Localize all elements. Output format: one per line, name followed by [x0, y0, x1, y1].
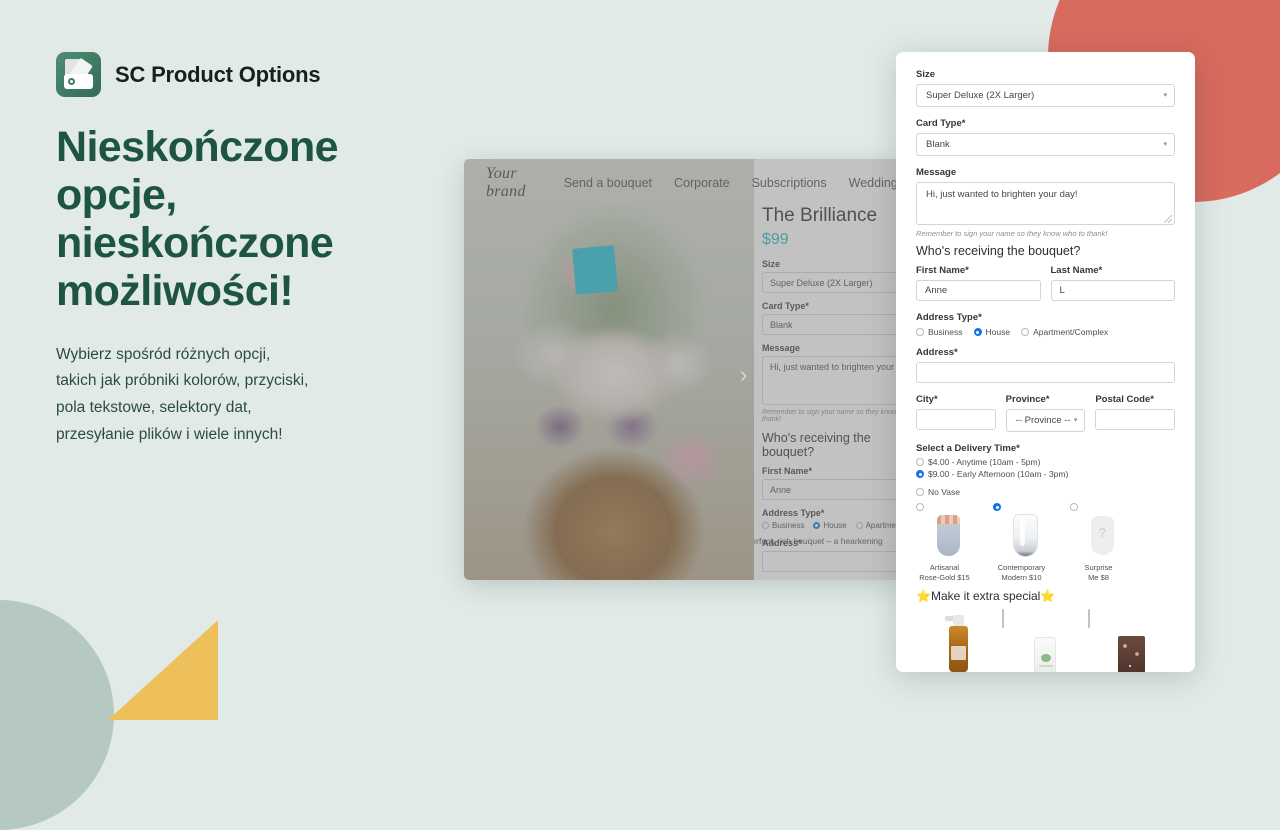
last-name-input[interactable]: L: [1050, 280, 1175, 301]
card-type-label: Card Type*: [916, 118, 966, 129]
radio-selected-icon: [916, 470, 924, 478]
addon-group: Floral room + body spray $16 Lavender ea…: [916, 609, 1175, 672]
size-label: Size: [916, 69, 936, 80]
name-row: First Name* Anne Last Name* L: [916, 265, 1175, 312]
province-value: -- Province --: [1015, 415, 1071, 426]
message-value: Hi, just wanted to brighten your day!: [926, 189, 1078, 200]
postal-code-label: Postal Code*: [1095, 394, 1154, 405]
message-hint: Remember to sign your name so they know …: [916, 229, 1108, 238]
surprise-vase-icon: [1078, 513, 1127, 558]
vase-option-label: Artisanal Rose-Gold $15: [919, 563, 970, 583]
addon-floral-spray[interactable]: Floral room + body spray $16: [916, 610, 1002, 672]
radio-selected-icon: [993, 503, 1001, 511]
radio-icon: [916, 328, 924, 336]
resize-grip-icon[interactable]: [1164, 215, 1172, 223]
radio-icon: [916, 503, 924, 511]
decorative-yellow-triangle: [108, 620, 218, 720]
delivery-option-anytime[interactable]: $4.00 - Anytime (10am - 5pm): [916, 457, 1175, 467]
radio-icon: [916, 458, 924, 466]
address-input[interactable]: [916, 362, 1175, 383]
delivery-time-group: Select a Delivery Time* $4.00 - Anytime …: [916, 443, 1175, 479]
address-type-house[interactable]: House: [973, 327, 1010, 337]
message-textarea[interactable]: Hi, just wanted to brighten your day!: [916, 182, 1175, 225]
store-preview-window: Your brand Send a bouquet Corporate Subs…: [464, 159, 904, 580]
first-name-label: First Name*: [916, 265, 969, 276]
address-label: Address*: [916, 347, 958, 358]
vase-option-artisanal[interactable]: Artisanal Rose-Gold $15: [916, 503, 993, 583]
receiving-heading: Who's receiving the bouquet?: [916, 244, 1081, 258]
vase-option-label: Surprise Me $8: [1084, 563, 1113, 583]
product-swatch-logo-icon: [56, 52, 101, 97]
card-type-select[interactable]: Blank ▾: [916, 133, 1175, 156]
store-window-dim-overlay: [464, 159, 904, 580]
addon-chocolate-bark[interactable]: Peppermint chocolate bark $11: [1088, 609, 1174, 672]
address-type-group: Business House Apartment/Complex: [916, 327, 1175, 337]
last-name-label: Last Name*: [1050, 265, 1103, 276]
addon-lavender-tea[interactable]: Lavender earl grey tea $14: [1002, 609, 1088, 672]
radio-icon: [916, 488, 924, 496]
radio-selected-icon: [973, 328, 982, 336]
chocolate-bark-icon: [1106, 632, 1156, 672]
radio-icon: [1021, 328, 1030, 336]
vase-option-label: Contemporary Modern $10: [997, 563, 1046, 583]
city-province-postal-row: City* Province* -- Province -- ▾ Postal …: [916, 394, 1176, 443]
first-name-input[interactable]: Anne: [916, 280, 1041, 301]
address-type-label: Address Type*: [916, 312, 982, 323]
address-type-business[interactable]: Business: [916, 327, 963, 337]
page-title: Nieskończone opcje, nieskończone możliwo…: [56, 123, 339, 316]
brand-name: SC Product Options: [115, 61, 321, 87]
delivery-time-label: Select a Delivery Time*: [916, 443, 1020, 454]
decorative-sage-circle: [0, 600, 114, 830]
tea-tin-icon: [1020, 632, 1070, 672]
city-label: City*: [916, 394, 938, 405]
postal-code-input[interactable]: [1095, 409, 1176, 430]
vase-swatch-group: Artisanal Rose-Gold $15 Contemporary Mod…: [916, 503, 1175, 583]
message-label: Message: [916, 167, 957, 178]
chevron-down-icon: ▾: [1163, 141, 1167, 148]
province-select[interactable]: -- Province -- ▾: [1005, 409, 1086, 432]
vase-option-contemporary[interactable]: Contemporary Modern $10: [993, 503, 1070, 583]
checkbox-icon[interactable]: [1002, 609, 1004, 629]
city-input[interactable]: [916, 409, 996, 430]
marketing-column: SC Product Options Nieskończone opcje, n…: [56, 52, 436, 464]
product-options-form-panel: Size Super Deluxe (2X Larger) ▾ Card Typ…: [896, 52, 1195, 672]
address-type-apartment[interactable]: Apartment/Complex: [1021, 327, 1108, 337]
vase-option-surprise[interactable]: Surprise Me $8: [1070, 503, 1147, 583]
modern-vase-icon: [1001, 513, 1050, 558]
no-vase-option[interactable]: No Vase: [916, 487, 1175, 497]
size-value: Super Deluxe (2X Larger): [926, 90, 1035, 101]
spray-bottle-icon: [934, 614, 984, 672]
checkbox-icon[interactable]: [1088, 609, 1090, 629]
size-select[interactable]: Super Deluxe (2X Larger) ▾: [916, 84, 1175, 107]
marketing-subcopy: Wybierz spośród różnych opcji, takich ja…: [56, 345, 309, 443]
chevron-right-icon[interactable]: ›: [740, 362, 747, 388]
province-label: Province*: [1005, 394, 1050, 405]
chevron-down-icon: ▾: [1073, 417, 1078, 424]
extra-special-heading: ⭐Make it extra special⭐: [916, 589, 1056, 604]
chevron-down-icon: ▾: [1163, 92, 1167, 99]
card-type-value: Blank: [926, 139, 950, 150]
rose-gold-vase-icon: [924, 513, 973, 558]
brand-row: SC Product Options: [56, 52, 436, 97]
radio-icon: [1070, 503, 1078, 511]
delivery-option-early-afternoon[interactable]: $9.00 - Early Afternoon (10am - 3pm): [916, 469, 1175, 479]
